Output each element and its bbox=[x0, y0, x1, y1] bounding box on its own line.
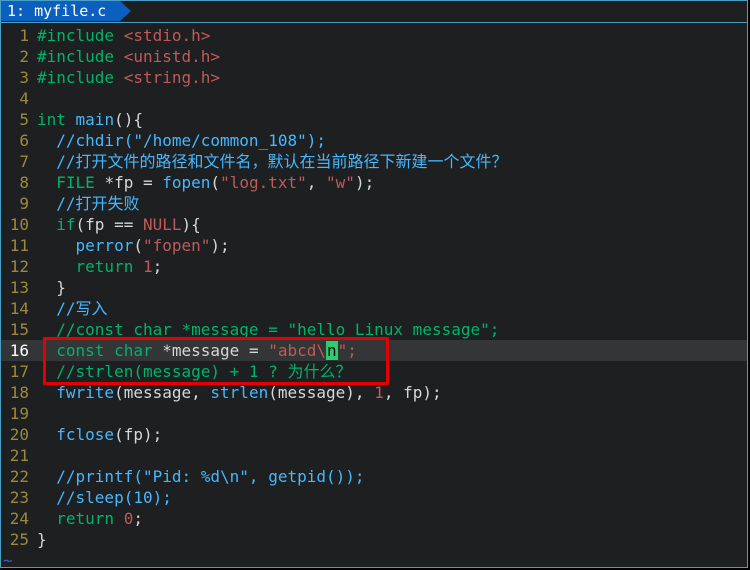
line-number: 11 bbox=[1, 235, 37, 256]
line-number: 6 bbox=[1, 130, 37, 151]
code-area[interactable]: 1 #include <stdio.h> 2 #include <unistd.… bbox=[1, 23, 747, 570]
code-line[interactable]: 25 } bbox=[1, 529, 747, 550]
line-number: 23 bbox=[1, 487, 37, 508]
line-number: 5 bbox=[1, 109, 37, 130]
cursor: n bbox=[326, 341, 338, 360]
code-line[interactable]: 15 //const char *message = "hello Linux … bbox=[1, 319, 747, 340]
line-number: 22 bbox=[1, 466, 37, 487]
code-line[interactable]: 24 return 0; bbox=[1, 508, 747, 529]
code-line[interactable]: 6 //chdir("/home/common_108"); bbox=[1, 130, 747, 151]
code-line[interactable]: 7 //打开文件的路径和文件名，默认在当前路径下新建一个文件？ bbox=[1, 151, 747, 172]
code-line[interactable]: 10 if(fp == NULL){ bbox=[1, 214, 747, 235]
code-line[interactable]: 3 #include <string.h> bbox=[1, 67, 747, 88]
code-line[interactable]: 4 bbox=[1, 88, 747, 109]
tab-file-1[interactable]: 1: myfile.c bbox=[1, 1, 120, 21]
code-line[interactable]: 20 fclose(fp); bbox=[1, 424, 747, 445]
line-number: 19 bbox=[1, 403, 37, 424]
line-number: 21 bbox=[1, 445, 37, 466]
line-number: 24 bbox=[1, 508, 37, 529]
line-number: 18 bbox=[1, 382, 37, 403]
code-line[interactable]: 12 return 1; bbox=[1, 256, 747, 277]
code-line[interactable]: 8 FILE *fp = fopen("log.txt", "w"); bbox=[1, 172, 747, 193]
line-number: 16 bbox=[1, 340, 37, 361]
code-line[interactable]: 19 bbox=[1, 403, 747, 424]
editor-window: 1: myfile.c 1 #include <stdio.h> 2 #incl… bbox=[0, 0, 748, 568]
line-number: 8 bbox=[1, 172, 37, 193]
line-number: 4 bbox=[1, 88, 37, 109]
code-line[interactable]: 13 } bbox=[1, 277, 747, 298]
code-line[interactable]: 21 bbox=[1, 445, 747, 466]
line-number: 2 bbox=[1, 46, 37, 67]
tab-label: 1: myfile.c bbox=[7, 2, 106, 20]
code-line[interactable]: 1 #include <stdio.h> bbox=[1, 25, 747, 46]
code-line[interactable]: 23 //sleep(10); bbox=[1, 487, 747, 508]
line-number: 15 bbox=[1, 319, 37, 340]
code-line[interactable]: 14 //写入 bbox=[1, 298, 747, 319]
code-line[interactable]: 22 //printf("Pid: %d\n", getpid()); bbox=[1, 466, 747, 487]
code-line[interactable]: 17 //strlen(message) + 1 ? 为什么？ bbox=[1, 361, 747, 382]
code-line-current[interactable]: 16 const char *message = "abcd\n"; bbox=[1, 340, 747, 361]
code-line[interactable]: 18 fwrite(message, strlen(message), 1, f… bbox=[1, 382, 747, 403]
line-number: 13 bbox=[1, 277, 37, 298]
line-number: 9 bbox=[1, 193, 37, 214]
empty-line-tilde: ~ bbox=[1, 550, 747, 570]
line-number: 7 bbox=[1, 151, 37, 172]
tab-bar: 1: myfile.c bbox=[1, 1, 747, 23]
line-number: 17 bbox=[1, 361, 37, 382]
line-number: 25 bbox=[1, 529, 37, 550]
line-number: 12 bbox=[1, 256, 37, 277]
line-number: 14 bbox=[1, 298, 37, 319]
line-number: 10 bbox=[1, 214, 37, 235]
code-line[interactable]: 2 #include <unistd.h> bbox=[1, 46, 747, 67]
code-line[interactable]: 5 int main(){ bbox=[1, 109, 747, 130]
line-number: 1 bbox=[1, 25, 37, 46]
line-number: 3 bbox=[1, 67, 37, 88]
code-line[interactable]: 11 perror("fopen"); bbox=[1, 235, 747, 256]
code-line[interactable]: 9 //打开失败 bbox=[1, 193, 747, 214]
line-number: 20 bbox=[1, 424, 37, 445]
